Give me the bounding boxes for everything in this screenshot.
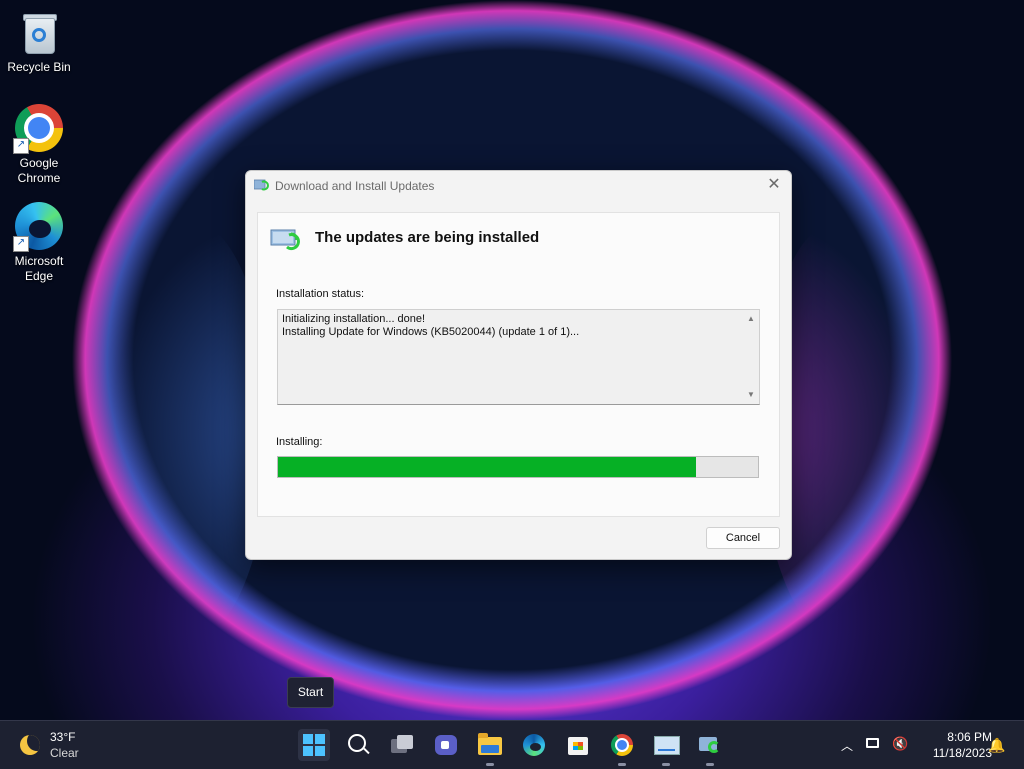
desktop-icon-google-chrome[interactable]: ↗ Google Chrome <box>1 104 77 186</box>
file-explorer-button[interactable] <box>474 729 506 766</box>
recycle-bin-icon <box>15 8 63 56</box>
installation-status-log[interactable]: Initializing installation... done! Insta… <box>277 309 760 405</box>
scroll-down-arrow-icon[interactable]: ▼ <box>745 390 757 400</box>
cancel-button[interactable]: Cancel <box>706 527 780 549</box>
desktop-icon-recycle-bin[interactable]: Recycle Bin <box>1 8 77 75</box>
notification-bell-icon[interactable]: 🔔 <box>988 736 1006 754</box>
install-progress-bar <box>277 456 759 478</box>
edge-icon <box>523 734 545 756</box>
status-line: Installing Update for Windows (KB5020044… <box>282 326 580 338</box>
start-button[interactable] <box>298 729 330 761</box>
running-indicator <box>618 763 626 766</box>
system-monitor-button[interactable] <box>650 729 682 766</box>
weather-temperature: 33°F <box>50 730 76 744</box>
dialog-titlebar[interactable]: Download and Install Updates ✕ <box>246 171 791 201</box>
desktop-icon-label: Google Chrome <box>17 156 61 185</box>
moon-icon <box>20 735 40 755</box>
windows-update-icon <box>254 179 269 191</box>
chrome-button[interactable] <box>606 729 638 766</box>
teams-chat-icon <box>435 735 457 755</box>
store-icon <box>568 737 588 755</box>
close-button[interactable]: ✕ <box>757 171 791 201</box>
search-button[interactable] <box>342 729 374 761</box>
scroll-up-arrow-icon[interactable]: ▲ <box>745 314 757 324</box>
update-icon <box>699 737 720 753</box>
taskbar: 33°F Clear ︿ 🔇 8:06 PM 11/18/2023 🔔 <box>0 720 1024 769</box>
teams-chat-button[interactable] <box>430 729 462 761</box>
dialog-content-panel: The updates are being installed Installa… <box>257 212 780 517</box>
desktop-icon-label: Microsoft Edge <box>14 254 64 283</box>
dialog-title: Download and Install Updates <box>275 179 435 193</box>
folder-icon <box>478 733 502 755</box>
search-icon <box>348 734 366 752</box>
windows-logo-icon <box>303 734 325 756</box>
dialog-heading: The updates are being installed <box>315 229 540 246</box>
chrome-icon <box>611 734 633 756</box>
windows-update-button[interactable] <box>694 729 726 766</box>
installing-label: Installing: <box>276 436 323 448</box>
shortcut-arrow-icon: ↗ <box>13 236 29 252</box>
start-tooltip: Start <box>287 677 334 708</box>
monitor-chart-icon <box>654 736 680 755</box>
update-dialog: Download and Install Updates ✕ The updat… <box>245 170 792 560</box>
shortcut-arrow-icon: ↗ <box>13 138 29 154</box>
task-view-button[interactable] <box>386 729 418 761</box>
windows-update-icon <box>270 229 300 251</box>
weather-condition: Clear <box>50 746 79 760</box>
install-progress-fill <box>278 457 696 477</box>
edge-icon: ↗ <box>13 202 63 252</box>
clock-date: 11/18/2023 <box>932 746 992 760</box>
weather-widget[interactable]: 33°F Clear <box>20 729 110 761</box>
status-line: Initializing installation... done! <box>282 313 426 325</box>
system-clock[interactable]: 8:06 PM 11/18/2023 <box>918 729 992 761</box>
volume-muted-icon[interactable]: 🔇 <box>892 736 910 752</box>
installation-status-label: Installation status: <box>276 288 365 300</box>
desktop-icon-label: Recycle Bin <box>7 60 71 74</box>
store-button[interactable] <box>562 729 594 761</box>
edge-button[interactable] <box>518 729 550 761</box>
chevron-up-icon[interactable]: ︿ <box>840 737 854 753</box>
clock-time: 8:06 PM <box>947 730 992 744</box>
desktop-icon-microsoft-edge[interactable]: ↗ Microsoft Edge <box>1 202 77 284</box>
chrome-icon: ↗ <box>13 104 63 154</box>
running-indicator <box>662 763 670 766</box>
running-indicator <box>706 763 714 766</box>
close-icon: ✕ <box>767 176 781 193</box>
running-indicator <box>486 763 494 766</box>
network-icon[interactable] <box>866 736 884 752</box>
